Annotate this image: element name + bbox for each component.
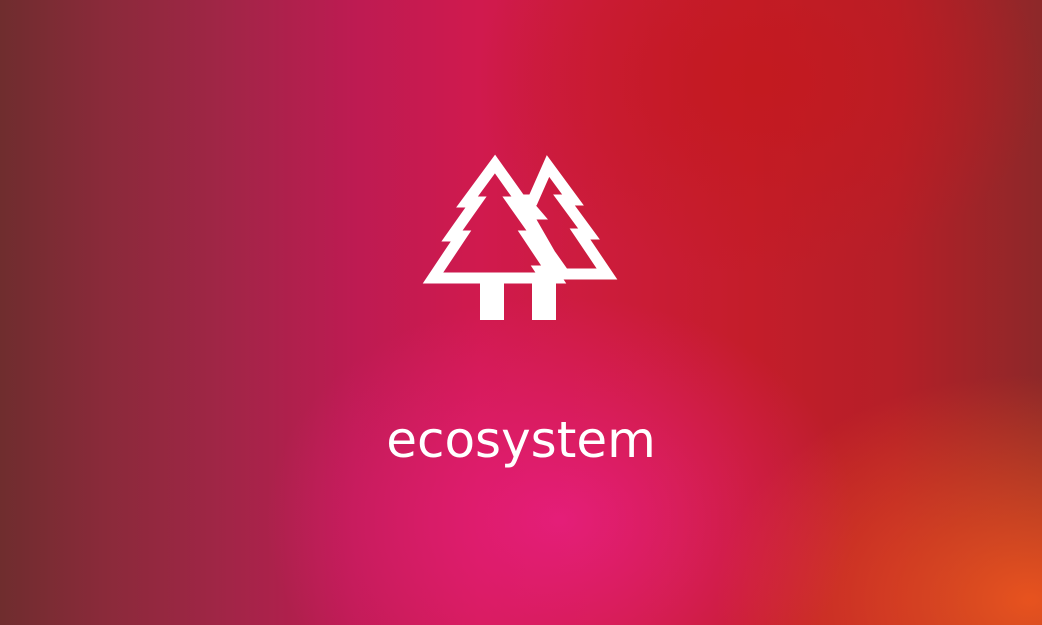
caption-label: ecosystem [386, 411, 656, 469]
pine-trees-icon [419, 150, 623, 325]
